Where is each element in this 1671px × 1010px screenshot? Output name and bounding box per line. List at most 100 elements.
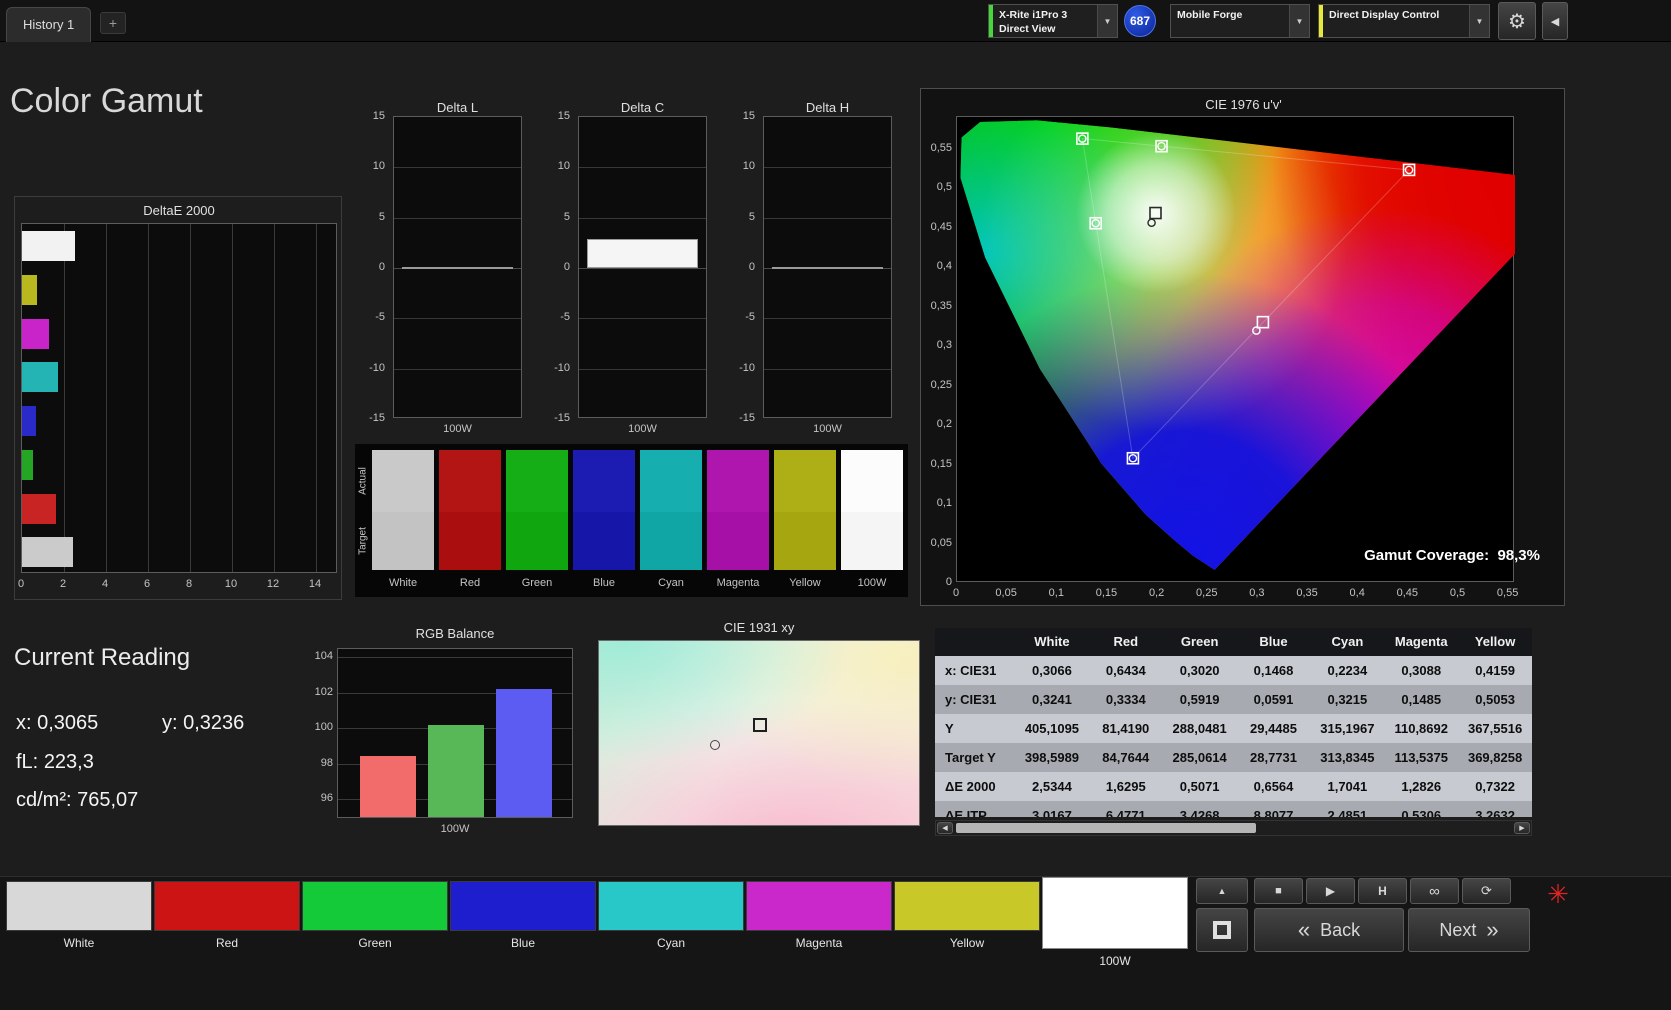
collapse-panel-icon[interactable]: ◀ [1542,2,1568,40]
loop-icon[interactable]: ∞ [1410,878,1459,904]
patch-label: Yellow [949,936,985,950]
next-button[interactable]: Next » [1408,908,1530,952]
reading-fl-value: 223,3 [43,751,94,773]
cell: 0,0591 [1253,692,1294,707]
bar-red [360,756,416,817]
patch-button-100w[interactable]: 100W [1042,876,1188,976]
bar-green [22,450,33,480]
bar-cyan [22,362,58,392]
x-tick-label: 10 [224,578,238,590]
cie1931-title: CIE 1931 xy [723,620,795,635]
meter-label: X-Rite i1Pro 3 Direct View [993,5,1097,37]
gridline [232,224,233,572]
cell: 369,8258 [1467,750,1523,765]
patch-button-green[interactable]: Green [302,876,448,976]
patch-button-red[interactable]: Red [154,876,300,976]
row-label: x: CIE31 [945,663,997,678]
gridline [764,167,891,168]
table-row: Y 405,1095 81,4190 288,0481 29,4485 315,1967 1… [935,714,1532,743]
chevron-down-icon[interactable]: ▼ [1289,5,1309,37]
calman-screen: History 1 + X-Rite i1Pro 3 Direct View ▼… [0,0,1671,1010]
column-header-green: Green [1180,634,1219,649]
x-tick-label: 8 [185,578,193,590]
top-bar: History 1 + X-Rite i1Pro 3 Direct View ▼… [0,0,1671,42]
y-tick-label: 5 [748,210,755,223]
swatch-label: White [388,577,418,589]
gridline [148,224,149,572]
y-tick-label: -10 [369,361,385,374]
y-tick-label: -10 [554,361,570,374]
hold-icon[interactable]: H [1358,878,1407,904]
chart-title: CIE 1976 u'v' [1205,97,1282,112]
back-button[interactable]: « Back [1254,908,1404,952]
patch-swatch [598,881,744,931]
scroll-right-icon[interactable]: ▶ [1514,822,1530,834]
x-axis-label: 100W [813,423,842,435]
expand-up-icon[interactable]: ▲ [1196,878,1248,904]
history-tab[interactable]: History 1 [6,7,92,42]
cell: 28,7731 [1250,750,1297,765]
reading-cd-value: 765,07 [77,789,139,811]
scrollbar-thumb[interactable] [956,823,1256,833]
patch-button-white[interactable]: White [6,876,152,976]
cell: 3,0167 [1032,808,1072,817]
cell: 0,3088 [1401,663,1442,678]
y-tick-label: 96 [320,792,333,804]
x-tick-label: 0,15 [1095,587,1118,599]
y-tick-label: 15 [742,110,755,122]
patch-button-magenta[interactable]: Magenta [746,876,892,976]
y-tick-label: -10 [739,361,755,374]
add-tab-button[interactable]: + [100,12,126,34]
results-table: White Red Green Blue Cyan Magenta Yellow x: CIE… [935,628,1532,817]
display-control-dropdown[interactable]: Direct Display Control ▼ [1318,4,1490,38]
scroll-left-icon[interactable]: ◀ [937,822,953,834]
chart-title: DeltaE 2000 [143,203,215,218]
pattern-source-dropdown[interactable]: Mobile Forge ▼ [1170,4,1310,38]
gear-icon[interactable]: ⚙ [1498,2,1536,40]
gridline [394,218,521,219]
cell: 1,7041 [1327,779,1368,794]
x-tick-label: 0,4 [1349,587,1365,599]
cell: 0,1485 [1401,692,1442,707]
refresh-icon[interactable]: ⟳ [1462,878,1511,904]
next-label: Next [1439,919,1477,940]
pattern-window-button[interactable] [1196,908,1248,952]
patch-button-cyan[interactable]: Cyan [598,876,744,976]
swatch-label: Red [459,577,481,589]
y-tick-label: -5 [375,311,385,324]
bar-blue [22,406,36,436]
row-label: ΔE 2000 [945,779,996,794]
chevron-down-icon[interactable]: ▼ [1469,5,1489,37]
play-icon[interactable]: ▶ [1306,878,1355,904]
chevron-down-icon[interactable]: ▼ [1097,5,1117,37]
cie1931-panel [598,640,920,826]
table-row: ΔE ITP 3,0167 6,4771 3,4268 8,8077 2,4851 0,53… [935,801,1532,817]
patch-button-yellow[interactable]: Yellow [894,876,1040,976]
row-label-target: Target [357,527,369,555]
cell: 0,3334 [1105,692,1146,707]
meter-dropdown[interactable]: X-Rite i1Pro 3 Direct View ▼ [988,4,1118,38]
swatch-label: 100W [857,577,887,589]
swatch-target-white [372,512,434,570]
gridline [64,224,65,572]
delta_h-plot [763,116,892,418]
stop-icon[interactable]: ■ [1254,878,1303,904]
bar-red [22,494,56,524]
swatch-target-cyan [640,512,702,570]
cell: 3,4268 [1179,808,1220,817]
y-tick-label: -5 [745,311,755,324]
cell: 288,0481 [1172,721,1227,736]
bar-green [428,725,484,817]
asterisk-icon[interactable]: ✳ [1538,876,1578,912]
cell: 0,3215 [1327,692,1368,707]
pattern-delay-badge[interactable]: 687 [1124,5,1156,37]
y-tick-label: 15 [557,110,570,122]
x-tick-label: 0 [952,587,960,599]
cell: 2,4851 [1327,808,1368,817]
patch-button-blue[interactable]: Blue [450,876,596,976]
patch-label: Green [358,936,392,950]
swatch-actual-blue [573,450,635,512]
rgb-balance-plot [337,648,573,818]
x-tick-label: 0,45 [1396,587,1419,599]
display-control-label: Direct Display Control [1323,5,1469,37]
